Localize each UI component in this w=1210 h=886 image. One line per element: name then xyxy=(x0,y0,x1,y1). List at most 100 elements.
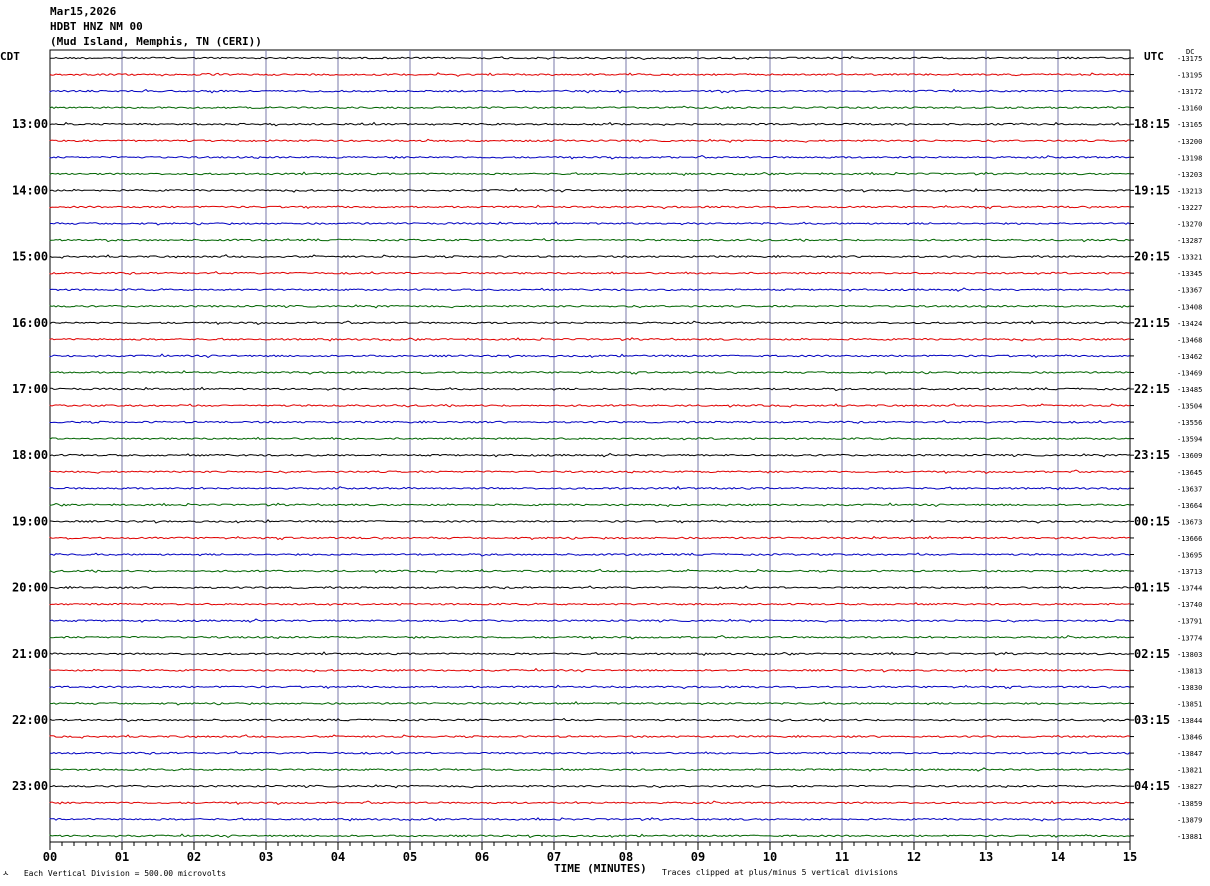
dc-offset-label: -13468 xyxy=(1177,336,1202,344)
dc-offset-label: -13556 xyxy=(1177,419,1202,427)
dc-offset-label: -13847 xyxy=(1177,750,1202,758)
dc-offset-label: -13504 xyxy=(1177,403,1202,411)
scale-note: ㅅ Each Vertical Division = 500.00 microv… xyxy=(2,869,227,878)
seismic-trace xyxy=(49,254,1131,259)
x-tick-label: 02 xyxy=(187,850,201,864)
utc-hour-label: 19:15 xyxy=(1134,183,1170,197)
dc-offset-label: -13666 xyxy=(1177,535,1202,543)
seismic-trace xyxy=(49,717,1131,723)
seismic-trace xyxy=(49,535,1131,541)
dc-offset-label: -13664 xyxy=(1177,502,1202,510)
utc-hour-label: 00:15 xyxy=(1134,514,1170,528)
dc-offset-label: -13321 xyxy=(1177,254,1202,262)
seismic-trace xyxy=(49,187,1131,193)
x-tick-label: 10 xyxy=(763,850,777,864)
dc-offset-label: -13172 xyxy=(1177,88,1202,96)
dc-offset-label: -13695 xyxy=(1177,552,1202,560)
dc-offset-label: -13462 xyxy=(1177,353,1202,361)
x-tick-label: 04 xyxy=(331,850,345,864)
seismic-trace xyxy=(49,469,1131,474)
x-tick-label: 15 xyxy=(1123,850,1137,864)
dc-offset-label: -13821 xyxy=(1177,767,1202,775)
dc-offset-label: -13803 xyxy=(1177,651,1202,659)
dc-offset-label: -13774 xyxy=(1177,634,1202,642)
seismic-trace xyxy=(50,221,1131,226)
seismic-trace xyxy=(49,204,1131,210)
seismic-trace xyxy=(49,502,1131,508)
cdt-hour-label: 14:00 xyxy=(12,183,48,197)
x-tick-label: 14 xyxy=(1051,850,1065,864)
dc-offset-label: -13881 xyxy=(1177,833,1202,841)
seismic-trace xyxy=(49,121,1131,127)
dc-offset-label: -13345 xyxy=(1177,270,1202,278)
cdt-hour-label: 15:00 xyxy=(12,250,48,264)
seismic-trace xyxy=(49,88,1131,94)
dc-offset-label: -13851 xyxy=(1177,700,1202,708)
dc-offset-label: -13287 xyxy=(1177,237,1202,245)
dc-offset-label: -13609 xyxy=(1177,452,1202,460)
cdt-hour-label: 13:00 xyxy=(12,117,48,131)
dc-offset-label: -13424 xyxy=(1177,320,1202,328)
dc-offset-label: -13637 xyxy=(1177,485,1202,493)
seismic-trace xyxy=(49,337,1131,342)
seismic-trace xyxy=(49,270,1131,275)
dc-offset-label: -13830 xyxy=(1177,684,1202,692)
seismic-trace xyxy=(49,419,1131,424)
cdt-hour-label: 19:00 xyxy=(12,514,48,528)
seismic-trace xyxy=(49,651,1131,656)
seismic-trace xyxy=(49,767,1131,772)
seismic-trace xyxy=(49,800,1131,805)
dc-offset-label: -13227 xyxy=(1177,204,1202,212)
dc-offset-label: -13200 xyxy=(1177,138,1202,146)
utc-hour-label: 18:15 xyxy=(1134,117,1170,131)
seismic-trace xyxy=(49,485,1131,491)
seismic-trace xyxy=(49,684,1131,690)
seismic-trace xyxy=(49,72,1131,77)
x-tick-label: 11 xyxy=(835,850,849,864)
plot-frame xyxy=(49,49,1131,843)
seismic-trace xyxy=(49,784,1131,789)
seismic-trace xyxy=(49,386,1131,392)
cdt-hour-label: 20:00 xyxy=(12,581,48,595)
utc-hour-label: 02:15 xyxy=(1134,647,1170,661)
x-axis-title: TIME (MINUTES) xyxy=(554,862,647,875)
dc-offset-label: -13844 xyxy=(1177,717,1202,725)
dc-offset-label: -13270 xyxy=(1177,221,1202,229)
dc-offset-label: -13673 xyxy=(1177,518,1202,526)
seismic-trace xyxy=(49,585,1131,590)
dc-offset-label: -13213 xyxy=(1177,187,1202,195)
dc-offset-label: -13408 xyxy=(1177,303,1202,311)
dc-offset-label: -13879 xyxy=(1177,816,1202,824)
utc-hour-label: 03:15 xyxy=(1134,713,1170,727)
dc-offset-label: -13740 xyxy=(1177,601,1202,609)
seismic-trace xyxy=(49,171,1131,177)
cdt-hour-label: 21:00 xyxy=(12,647,48,661)
cdt-hour-label: 22:00 xyxy=(12,713,48,727)
x-tick-label: 06 xyxy=(475,850,489,864)
utc-hour-label: 22:15 xyxy=(1134,382,1170,396)
seismic-trace xyxy=(49,353,1131,359)
dc-offset-label: -13160 xyxy=(1177,105,1202,113)
x-tick-label: 01 xyxy=(115,850,129,864)
seismic-trace xyxy=(49,138,1130,143)
seismic-trace xyxy=(49,618,1131,623)
dc-offset-label: -13469 xyxy=(1177,369,1202,377)
cdt-hour-label: 17:00 xyxy=(12,382,48,396)
dc-offset-label: -13175 xyxy=(1177,55,1202,63)
seismic-trace xyxy=(49,155,1131,160)
seismic-trace xyxy=(49,403,1131,408)
dc-offset-label: -13744 xyxy=(1177,585,1202,593)
seismic-trace xyxy=(49,817,1131,822)
seismic-trace xyxy=(49,602,1131,606)
dc-offset-label: -13203 xyxy=(1177,171,1202,179)
seismic-trace xyxy=(49,734,1131,739)
seismic-trace xyxy=(49,370,1131,375)
seismic-trace xyxy=(49,237,1131,243)
utc-hour-label: 01:15 xyxy=(1134,581,1170,595)
seismic-trace xyxy=(49,287,1131,292)
dc-offset-label: -13713 xyxy=(1177,568,1202,576)
seismic-trace xyxy=(49,552,1131,557)
dc-offset-label: -13165 xyxy=(1177,121,1202,129)
seismic-trace xyxy=(49,519,1131,524)
seismic-trace xyxy=(49,750,1131,755)
